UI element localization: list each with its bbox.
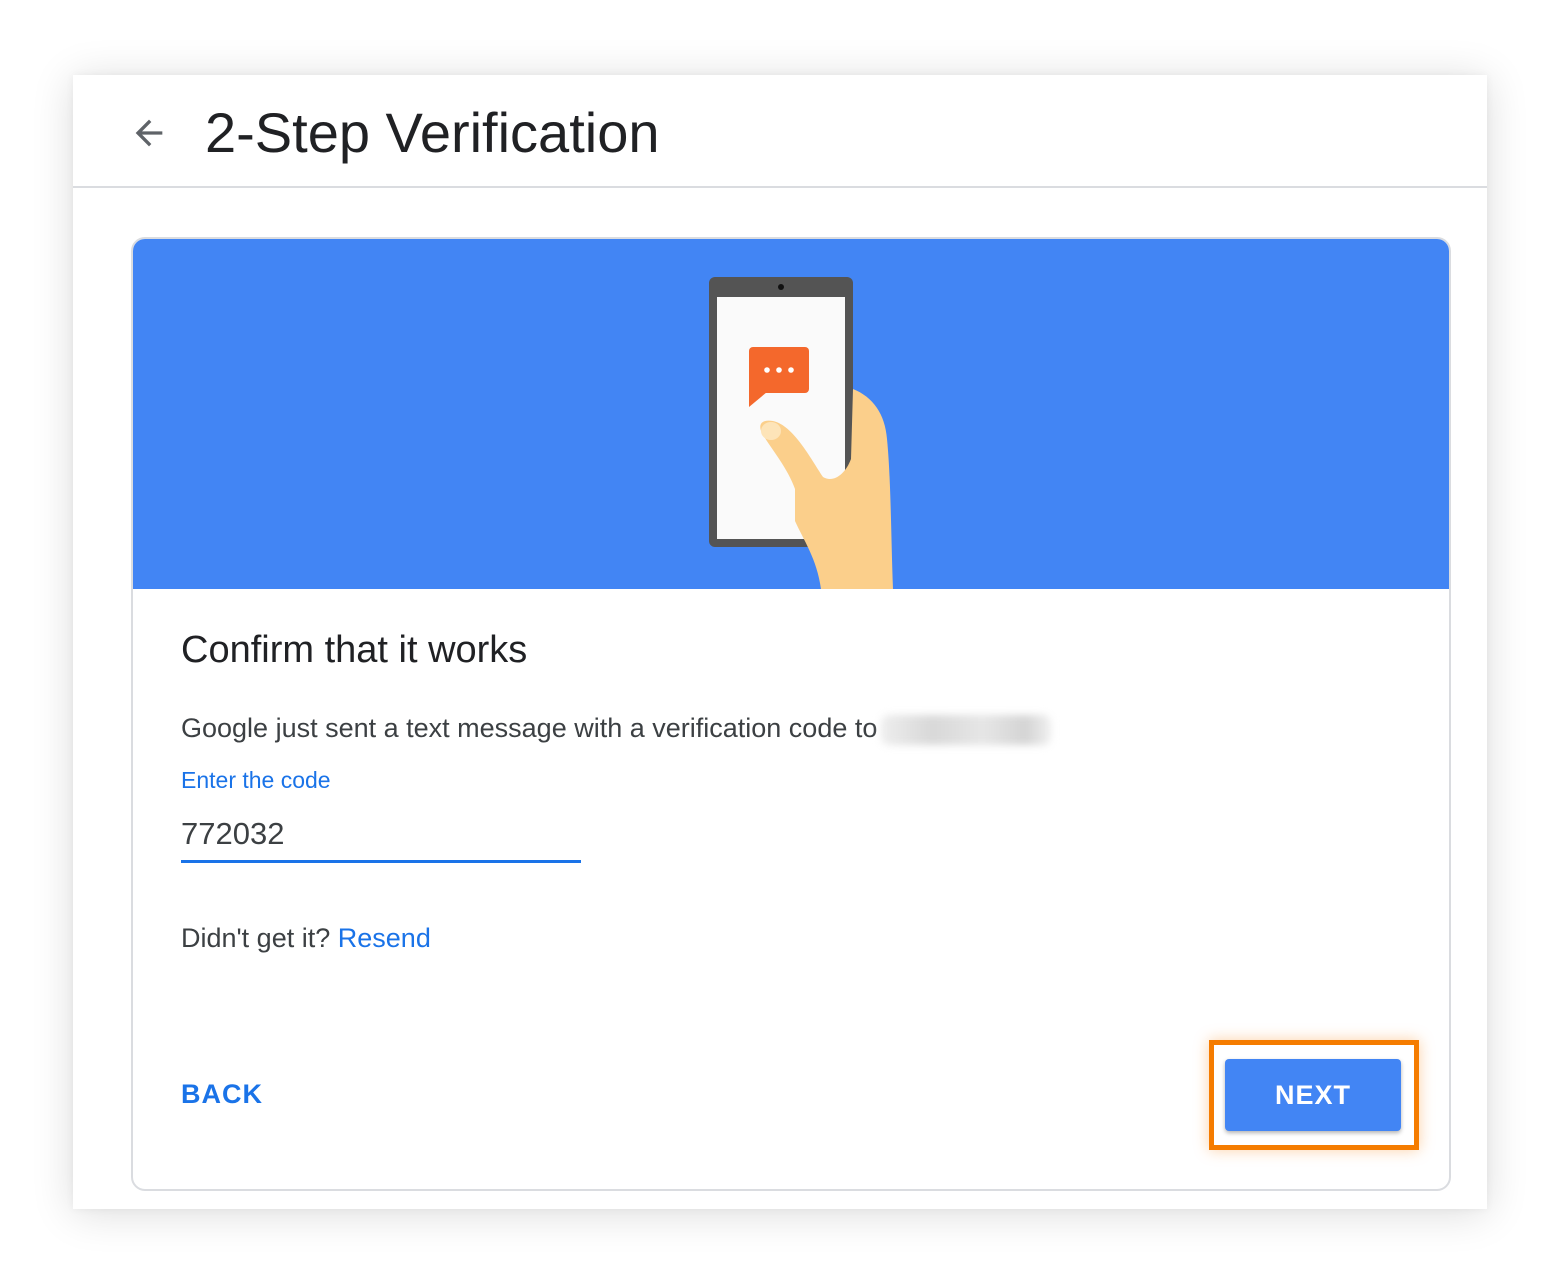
redacted-phone-number [881, 714, 1052, 745]
back-button[interactable]: BACK [181, 1079, 263, 1110]
phone-message-illustration [709, 277, 893, 589]
resend-prompt: Didn't get it? [181, 923, 331, 953]
arrow-left-icon[interactable] [129, 113, 169, 153]
next-button[interactable]: NEXT [1225, 1059, 1401, 1131]
resend-link[interactable]: Resend [338, 923, 431, 953]
code-field-label: Enter the code [181, 767, 331, 793]
confirm-heading: Confirm that it works [181, 629, 528, 671]
code-input[interactable] [181, 809, 581, 859]
verification-description: Google just sent a text message with a v… [181, 713, 1052, 745]
resend-line: Didn't get it? Resend [181, 923, 431, 954]
phone-camera [778, 284, 784, 290]
description-text: Google just sent a text message with a v… [181, 713, 878, 743]
page-header: 2-Step Verification [73, 75, 1487, 188]
hero-banner [133, 239, 1449, 589]
page-title: 2-Step Verification [205, 101, 660, 164]
verification-window: 2-Step Verification Confirm that it work… [73, 75, 1487, 1209]
code-field [181, 809, 581, 863]
